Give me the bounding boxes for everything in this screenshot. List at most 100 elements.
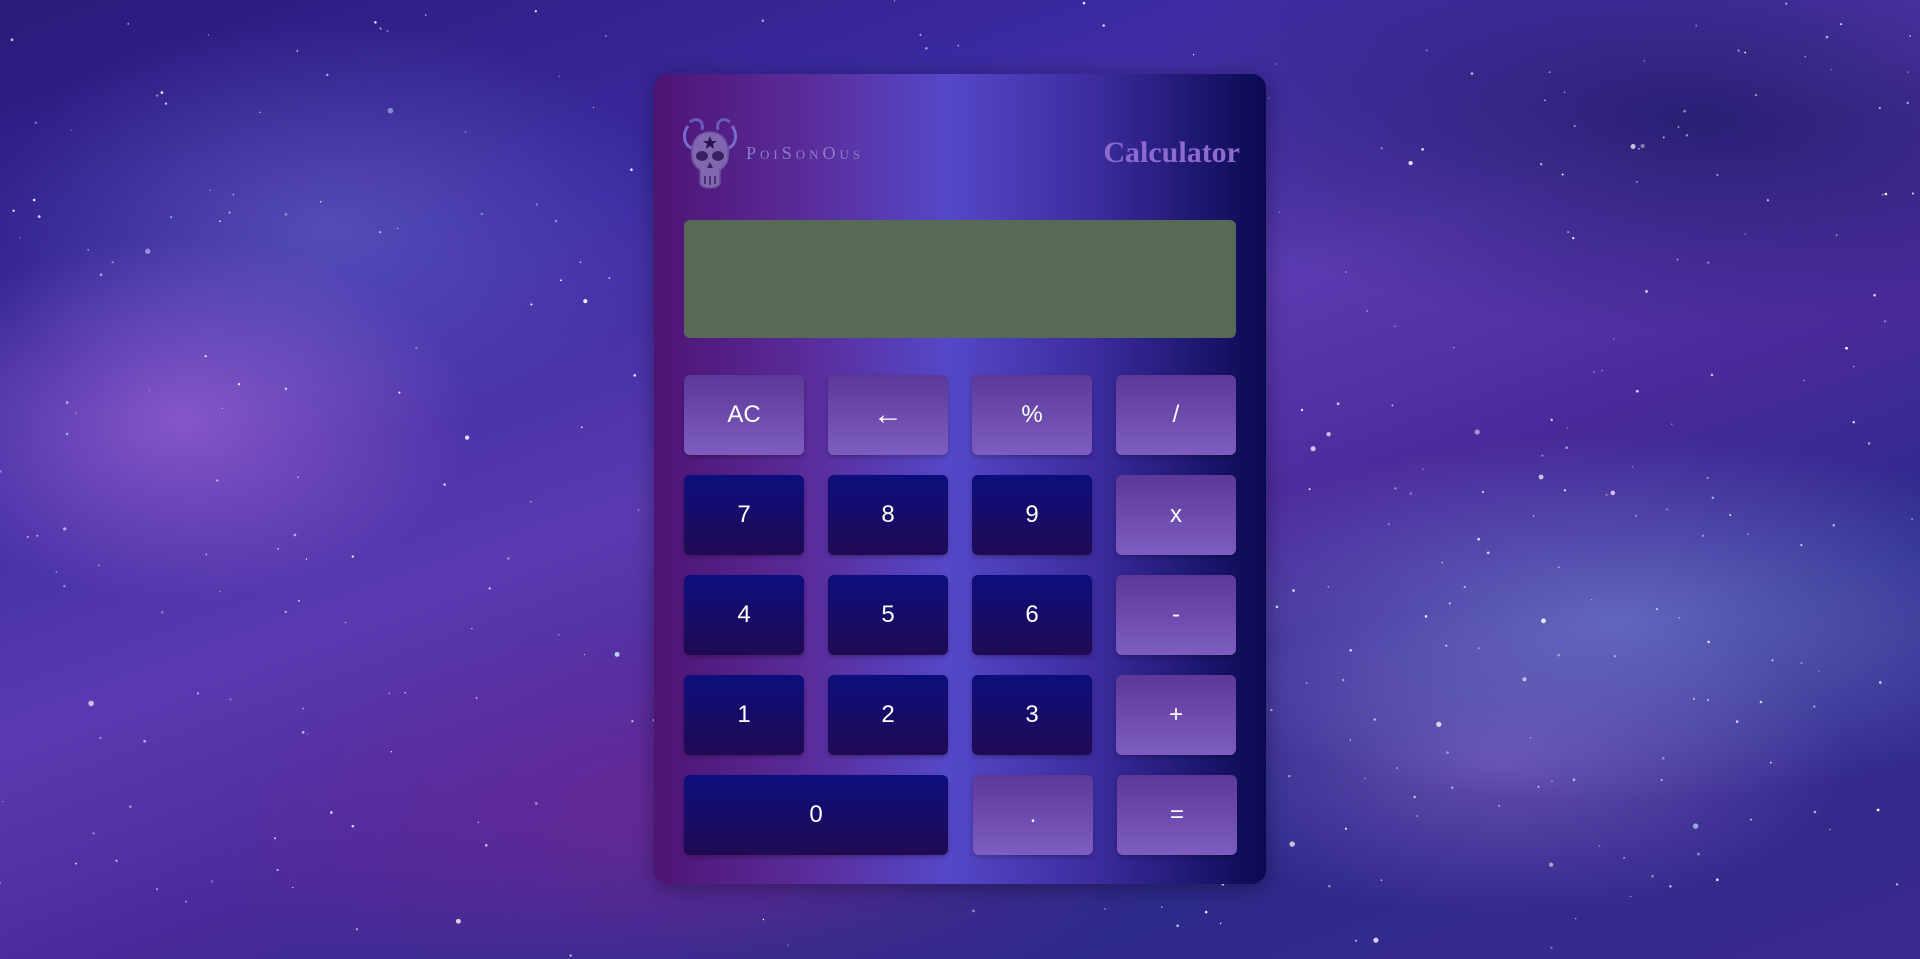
decimal-button[interactable]: . [973,775,1093,855]
digit-9-button[interactable]: 9 [972,475,1092,555]
star [1710,373,1714,377]
star [301,730,305,734]
calculator-panel: PoiSonOus Calculator AC ← % / 7 8 9 x 4 … [654,74,1266,884]
divide-button[interactable]: / [1116,375,1236,455]
star [475,696,478,699]
star [1436,721,1442,727]
star [1645,290,1648,293]
star [1176,924,1180,928]
star [507,557,510,560]
star [631,720,634,723]
star [455,918,461,924]
digit-2-button[interactable]: 2 [828,675,948,755]
star [1344,271,1347,273]
star [1636,180,1639,183]
star [464,435,470,440]
star [1567,230,1570,234]
digit-1-button[interactable]: 1 [684,675,804,755]
star [605,35,607,37]
star [1270,708,1273,712]
star [2,800,4,803]
digit-3-button[interactable]: 3 [972,675,1092,755]
star [1300,408,1304,412]
star [398,391,401,394]
star [1613,338,1615,340]
star [1328,884,1331,888]
star [1441,561,1444,564]
star [581,426,583,428]
star [1416,815,1418,817]
star [1380,879,1383,881]
star [1707,699,1710,702]
star [1498,805,1501,807]
star [1640,143,1645,149]
star [297,599,300,602]
star [1395,767,1398,770]
star [156,888,158,890]
star [196,692,199,695]
digit-4-button[interactable]: 4 [684,575,804,655]
star [1308,488,1311,491]
star [583,653,586,656]
star [404,691,406,694]
star [1747,533,1749,535]
equals-button[interactable]: = [1117,775,1237,855]
star [1800,544,1803,547]
clear-button[interactable]: AC [684,375,804,455]
star [1288,774,1291,778]
star [1327,585,1330,588]
percent-button[interactable]: % [972,375,1092,455]
plus-button[interactable]: + [1116,675,1236,755]
star [1160,906,1163,908]
digit-8-button[interactable]: 8 [828,475,948,555]
star [388,692,391,695]
star [1558,566,1560,568]
star [1637,147,1640,150]
star [1836,234,1838,236]
star [65,401,69,404]
star [1804,55,1807,58]
star [1845,346,1848,350]
calculator-display [684,220,1236,338]
star [1605,493,1608,496]
star [1631,466,1634,468]
star [1394,325,1396,327]
star [1830,68,1832,71]
star [893,0,896,2]
star [1759,700,1763,704]
star [1895,883,1899,886]
star [534,10,537,13]
star [1590,598,1593,601]
star [1750,818,1752,821]
multiply-button[interactable]: x [1116,475,1236,555]
star [221,407,223,410]
minus-button[interactable]: - [1116,575,1236,655]
star [296,50,299,52]
star [1572,237,1575,240]
star [1803,379,1805,382]
star [583,299,588,304]
star [1635,389,1639,393]
star [292,886,294,889]
star [1373,937,1379,943]
star [219,220,221,223]
star [1766,199,1769,202]
digit-6-button[interactable]: 6 [972,575,1092,655]
star [1662,136,1665,139]
star [1744,51,1747,54]
star [1829,828,1831,831]
star [115,859,118,862]
digit-5-button[interactable]: 5 [828,575,948,655]
star [1453,346,1455,349]
star [1651,874,1654,878]
star [1278,211,1281,214]
digit-0-button[interactable]: 0 [684,775,948,855]
star [1425,49,1428,52]
digit-7-button[interactable]: 7 [684,475,804,555]
star [972,909,975,913]
backspace-button[interactable]: ← [828,375,948,455]
star [558,75,560,78]
star [1394,487,1397,490]
star [396,227,399,230]
star [1563,91,1566,93]
